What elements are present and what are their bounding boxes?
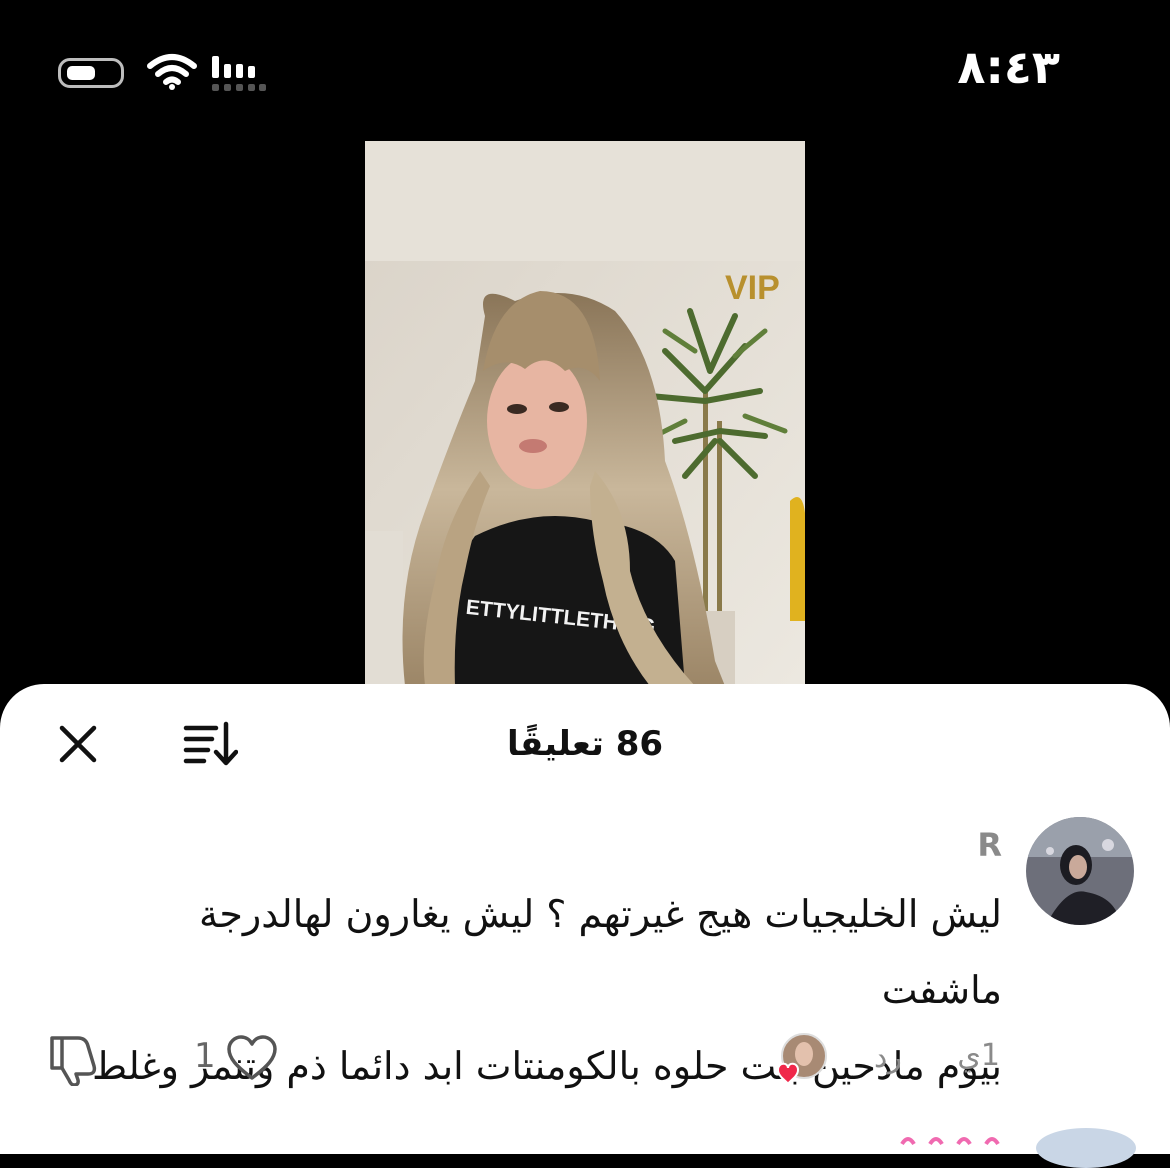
reply-button[interactable]: رد [874, 1040, 902, 1075]
comment-username[interactable]: R [977, 826, 1002, 864]
creator-liked-badge [772, 1032, 828, 1088]
heart-badge-icon [776, 1062, 800, 1085]
comment-time: 1ي [957, 1038, 1000, 1073]
comment-count-title: 86 تعليقًا [506, 724, 664, 764]
vip-sign: VIP [725, 269, 780, 307]
comment-text-line: ليش الخليجيات هيج غيرتهم ؟ ليش يغارون له… [199, 892, 1002, 1012]
video-preview[interactable]: VIP ETTYLITTLETHING [365, 141, 805, 686]
comment-text-line: بيوم مادحين بنت حلوه بالكومنتات ابد دائم… [92, 1044, 1002, 1088]
like-count: 1 [194, 1036, 216, 1076]
heart-outline-icon[interactable] [226, 1034, 278, 1082]
avatar[interactable] [1026, 817, 1134, 925]
comment-text: ليش الخليجيات هيج غيرتهم ؟ ليش يغارون له… [82, 876, 1002, 1104]
next-comment-emoji [900, 1137, 1000, 1146]
signal-icon [212, 56, 266, 91]
status-bar: ٨:٤٣ [0, 0, 1170, 140]
next-comment-avatar[interactable] [1036, 1128, 1136, 1168]
wifi-icon [147, 54, 197, 90]
video-frame: VIP ETTYLITTLETHING [365, 141, 805, 686]
status-time: ٨:٤٣ [957, 40, 1060, 94]
battery-icon [58, 58, 124, 88]
dislike-icon[interactable] [44, 1032, 100, 1086]
